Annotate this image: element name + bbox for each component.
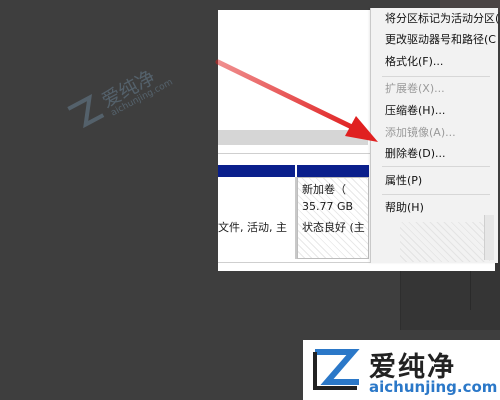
brand-logo-icon: [313, 349, 360, 390]
brand-logo: 爱纯净 aichunjing.com: [303, 340, 500, 400]
brand-logo-url: aichunjing.com: [369, 378, 498, 396]
